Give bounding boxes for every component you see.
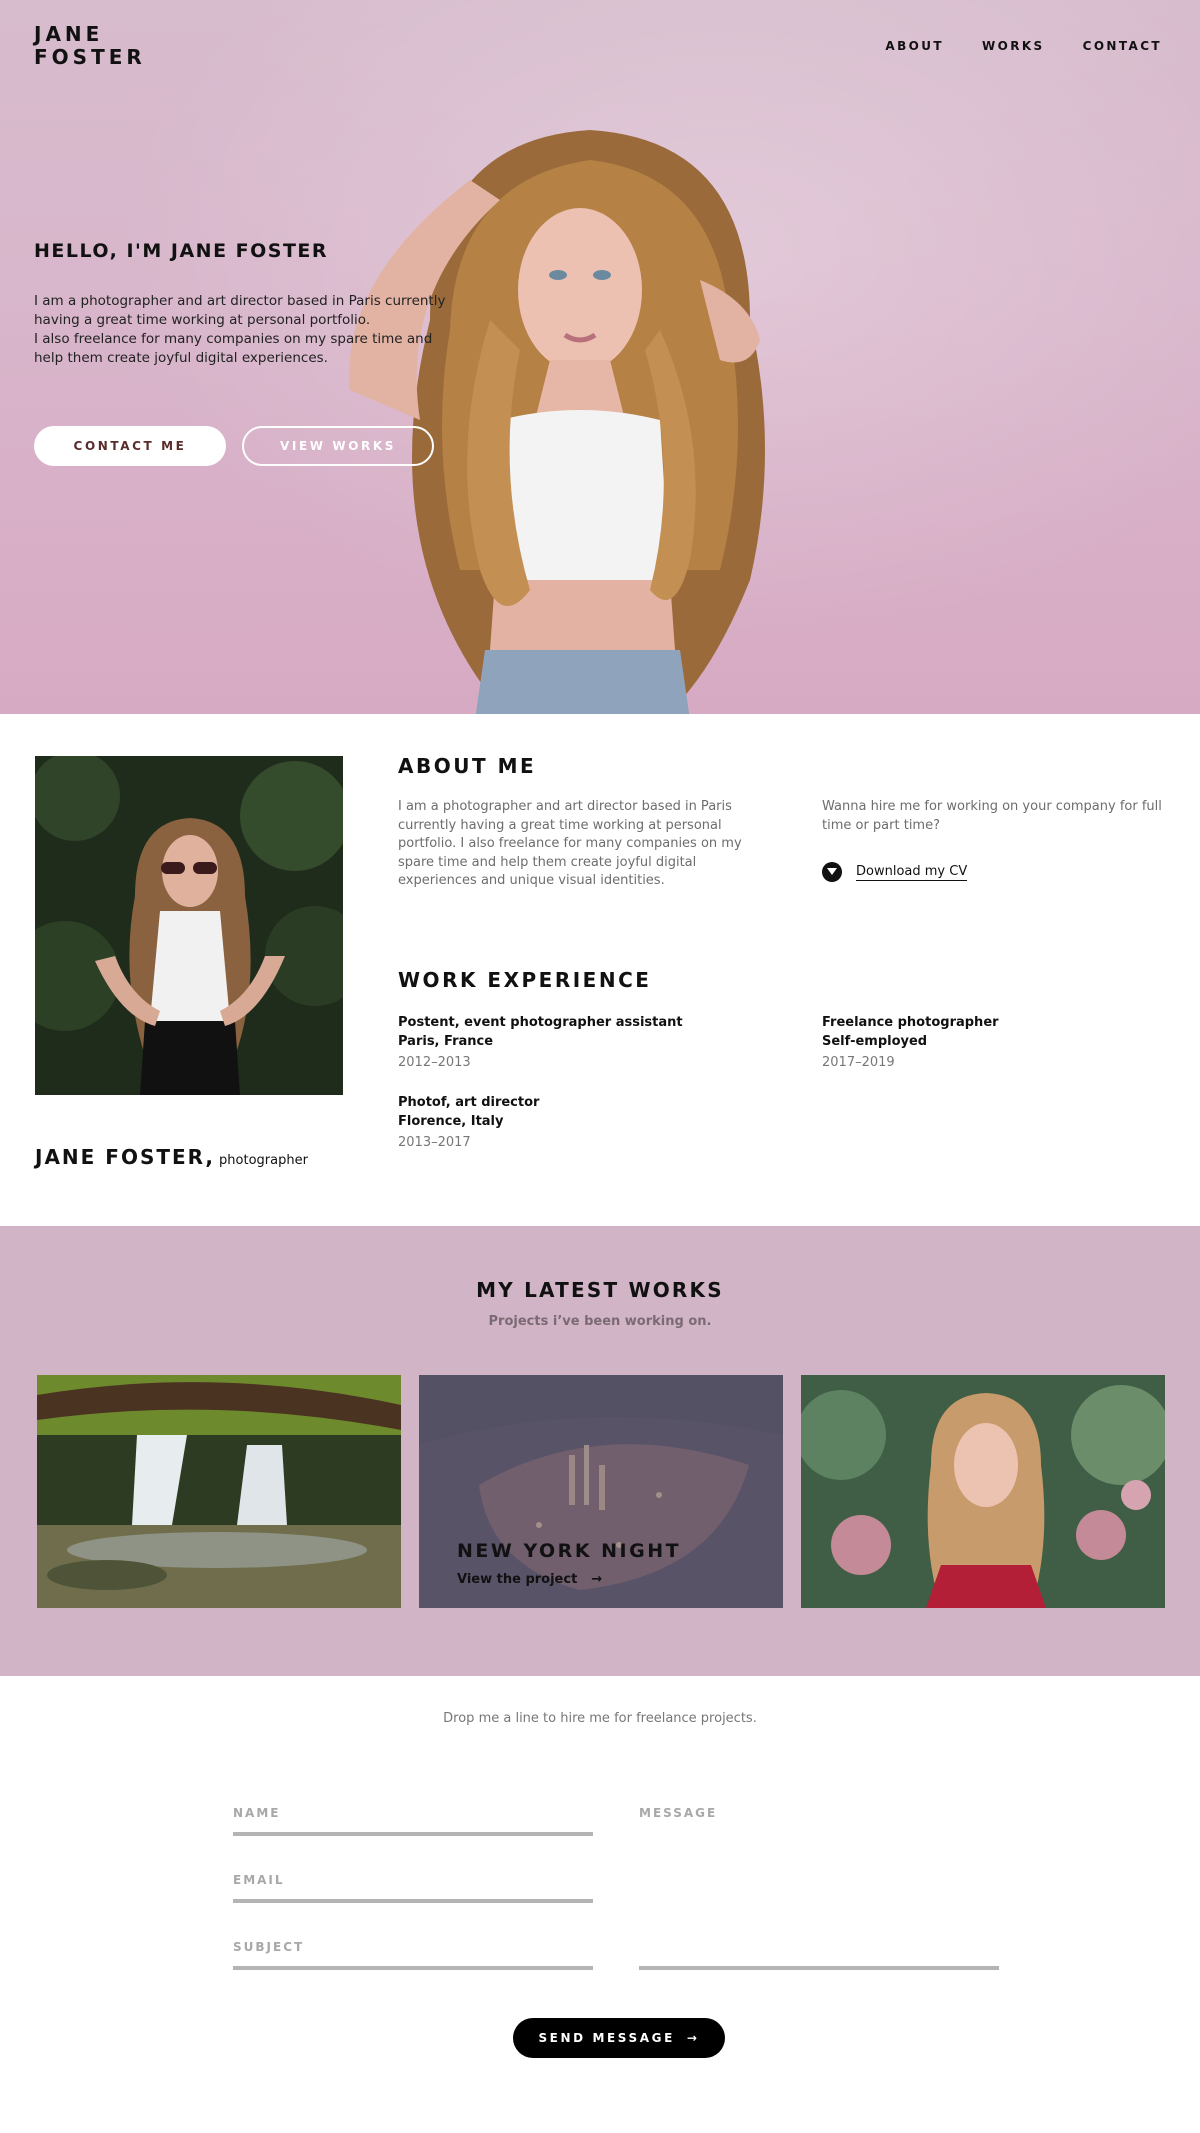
- subject-field[interactable]: SUBJECT: [233, 1940, 593, 1970]
- about-name: JANE FOSTER,: [35, 1145, 216, 1169]
- job-years: 2017–2019: [822, 1055, 895, 1070]
- job-entry: Freelance photographer Self-employed 201…: [822, 1014, 999, 1073]
- message-field[interactable]: MESSAGE: [639, 1806, 999, 1970]
- work-experience-title: WORK EXPERIENCE: [398, 968, 652, 992]
- about-role: photographer: [219, 1153, 308, 1168]
- site-logo[interactable]: JANE FOSTER: [34, 23, 146, 69]
- hero-description-line: I am a photographer and art director bas…: [34, 293, 446, 309]
- job-role: Freelance photographer: [822, 1015, 999, 1030]
- about-portrait-image: [35, 756, 343, 1095]
- hire-text: Wanna hire me for working on your compan…: [822, 799, 1162, 833]
- download-cv-link[interactable]: Download my CV: [822, 862, 968, 882]
- download-icon: [822, 862, 842, 882]
- message-label: MESSAGE: [639, 1806, 718, 1820]
- featured-work-title: NEW YORK NIGHT: [457, 1540, 682, 1562]
- arrow-right-icon: →: [686, 2031, 700, 2045]
- contact-intro: Drop me a line to hire me for freelance …: [443, 1711, 757, 1726]
- job-role: Postent, event photographer assistant: [398, 1015, 683, 1030]
- email-label: EMAIL: [233, 1873, 285, 1887]
- work-card-portrait[interactable]: [801, 1375, 1165, 1608]
- hero-description-line: help them create joyful digital experien…: [34, 350, 328, 366]
- nav-about-link[interactable]: ABOUT: [885, 39, 944, 53]
- view-works-button[interactable]: VIEW WORKS: [242, 426, 434, 466]
- logo-line-1: JANE: [34, 22, 104, 46]
- nav-contact-link[interactable]: CONTACT: [1083, 39, 1162, 53]
- latest-works-section: MY LATEST WORKS Projects i’ve been worki…: [0, 1226, 1200, 1676]
- about-body: I am a photographer and art director bas…: [398, 799, 742, 888]
- job-entry: Photof, art director Florence, Italy 201…: [398, 1094, 539, 1153]
- hero-description-line: I also freelance for many companies on m…: [34, 331, 433, 347]
- portrait-flowers-image: [801, 1375, 1165, 1608]
- download-cv-label: Download my CV: [856, 863, 968, 881]
- hero-intro: HELLO, I'M JANE FOSTER I am a photograph…: [34, 240, 454, 368]
- about-title: ABOUT ME: [398, 754, 537, 778]
- hero-section: JANE FOSTER ABOUT WORKS CONTACT HELLO, I…: [0, 0, 1200, 714]
- job-place: Self-employed: [822, 1033, 928, 1049]
- job-years: 2013–2017: [398, 1135, 471, 1150]
- view-project-link[interactable]: View the project →: [457, 1572, 602, 1587]
- about-name-line: JANE FOSTER, photographer: [35, 1145, 308, 1169]
- job-role: Photof, art director: [398, 1095, 540, 1110]
- nav-works-link[interactable]: WORKS: [982, 39, 1045, 53]
- hero-title: HELLO, I'M JANE FOSTER: [34, 240, 329, 262]
- job-entry: Postent, event photographer assistant Pa…: [398, 1014, 683, 1073]
- logo-line-2: FOSTER: [34, 45, 146, 69]
- works-title: MY LATEST WORKS: [476, 1278, 724, 1302]
- work-card-new-york-night[interactable]: NEW YORK NIGHT View the project →: [419, 1375, 783, 1608]
- works-subtitle: Projects i’ve been working on.: [488, 1314, 712, 1329]
- job-years: 2012–2013: [398, 1055, 471, 1070]
- send-message-label: SEND MESSAGE: [538, 2031, 675, 2045]
- job-place: Florence, Italy: [398, 1113, 504, 1129]
- hero-description: I am a photographer and art director bas…: [34, 292, 454, 368]
- name-field[interactable]: NAME: [233, 1806, 593, 1836]
- waterfall-image: [37, 1375, 401, 1608]
- send-message-button[interactable]: SEND MESSAGE →: [513, 2018, 725, 2058]
- hero-buttons: CONTACT ME VIEW WORKS: [34, 426, 434, 466]
- hero-description-line: having a great time working at personal …: [34, 312, 371, 328]
- main-nav: ABOUT WORKS CONTACT: [885, 39, 1162, 53]
- subject-label: SUBJECT: [233, 1940, 305, 1954]
- name-label: NAME: [233, 1806, 281, 1820]
- email-field[interactable]: EMAIL: [233, 1873, 593, 1903]
- contact-me-button[interactable]: CONTACT ME: [34, 426, 226, 466]
- job-place: Paris, France: [398, 1033, 494, 1049]
- view-project-label: View the project: [457, 1572, 578, 1587]
- arrow-right-icon: →: [591, 1572, 603, 1587]
- hero-portrait-image: [349, 130, 765, 714]
- work-card-waterfall[interactable]: [37, 1375, 401, 1608]
